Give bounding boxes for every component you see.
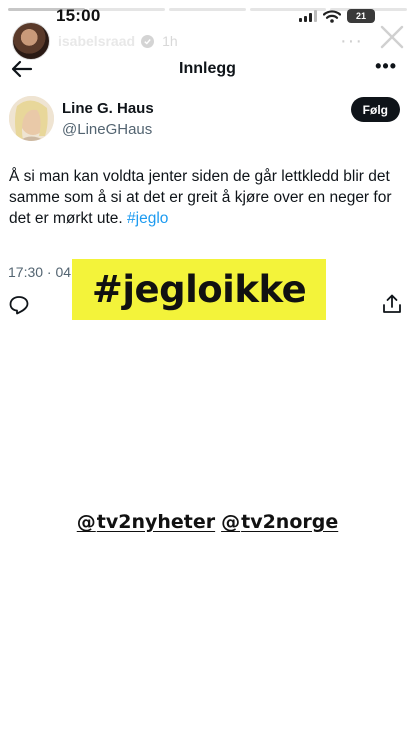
author-handle[interactable]: @LineGHaus: [62, 121, 152, 138]
battery-level: 21: [355, 11, 366, 21]
page-title: Innlegg: [179, 60, 236, 77]
share-icon[interactable]: [381, 293, 403, 315]
story-more-button[interactable]: ···: [340, 30, 363, 53]
author-avatar[interactable]: [9, 96, 54, 141]
author-avatar-image: [9, 96, 54, 141]
tweet-body: Å si man kan voldta jenter siden de går …: [9, 168, 392, 227]
mention-sticker-tv2norge[interactable]: @ tv2norge: [221, 511, 338, 533]
mention-label: tv2nyheter: [96, 511, 216, 533]
tweet-text: Å si man kan voldta jenter siden de går …: [9, 166, 401, 229]
threads-icon: @: [221, 511, 241, 533]
follow-button[interactable]: Følg: [350, 97, 400, 122]
post-header: Innlegg •••: [0, 54, 415, 84]
story-progress-segment: [169, 8, 246, 11]
story-time-ago: 1h: [162, 33, 178, 49]
hashtag-sticker[interactable]: #jegloikke: [72, 259, 326, 320]
signal-icon: [299, 10, 317, 22]
wifi-icon: [323, 9, 341, 23]
reply-icon[interactable]: [8, 294, 30, 316]
post-more-button[interactable]: •••: [375, 56, 397, 77]
mention-stickers: @ tv2nyheter @ tv2norge: [0, 511, 415, 533]
tweet-hashtag-link[interactable]: #jeglo: [127, 210, 168, 227]
story-username[interactable]: isabelsraad: [58, 33, 135, 49]
author-name[interactable]: Line G. Haus: [62, 100, 154, 117]
mention-sticker-tv2nyheter[interactable]: @ tv2nyheter: [77, 511, 215, 533]
tweet-timestamp: 17:30 · 04: [8, 264, 72, 280]
battery-icon: 21: [347, 9, 375, 23]
verified-badge-icon: [141, 34, 155, 48]
status-bar-icons: 21: [299, 9, 375, 23]
close-icon[interactable]: [379, 24, 405, 50]
mention-label: tv2norge: [241, 511, 339, 533]
threads-icon: @: [76, 511, 96, 533]
